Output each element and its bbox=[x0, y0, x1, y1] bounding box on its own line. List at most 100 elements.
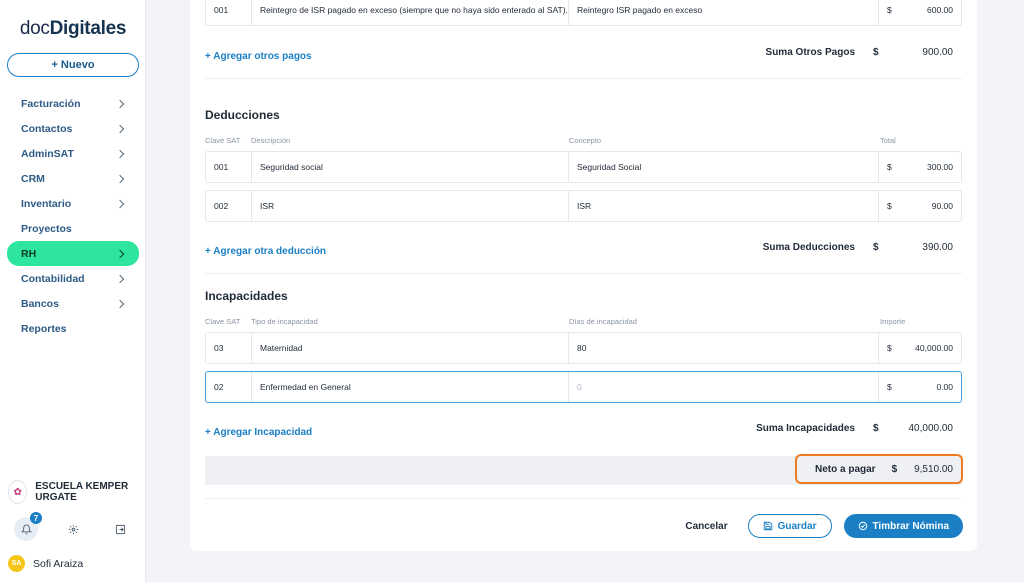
sidebar-item-label: Inventario bbox=[21, 197, 72, 210]
deducciones-title: Deducciones bbox=[205, 108, 280, 122]
descripcion-cell[interactable]: Reintegro de ISR pagado en exceso (siemp… bbox=[252, 0, 569, 25]
otros-pagos-row[interactable]: 001 Reintegro de ISR pagado en exceso (s… bbox=[205, 0, 962, 26]
incapacidad-row[interactable]: 02 Enfermedad en General 0 $0.00 bbox=[205, 371, 962, 403]
tipo-cell[interactable]: Enfermedad en General bbox=[252, 372, 569, 402]
logo-brand: Digitales bbox=[49, 18, 127, 39]
sum-label: Suma Otros Pagos bbox=[765, 47, 855, 58]
clave-cell[interactable]: 001 bbox=[206, 0, 252, 25]
sum-currency: $ bbox=[873, 423, 879, 434]
bell-icon bbox=[20, 524, 32, 534]
chevron-right-icon bbox=[115, 174, 125, 183]
clave-cell[interactable]: 002 bbox=[206, 191, 252, 221]
sum-label: Suma Incapacidades bbox=[756, 423, 855, 434]
sidebar-item-contabilidad[interactable]: Contabilidad bbox=[7, 266, 139, 291]
sidebar-item-adminsat[interactable]: AdminSAT bbox=[7, 141, 139, 166]
sidebar-item-label: Bancos bbox=[21, 297, 59, 310]
header-clave: Clave SAT bbox=[205, 317, 241, 326]
save-button[interactable]: Guardar bbox=[747, 514, 832, 538]
floppy-disk-icon bbox=[763, 521, 772, 531]
importe-cell[interactable]: $0.00 bbox=[879, 372, 961, 402]
stamp-payroll-label: Timbrar Nómina bbox=[872, 520, 950, 532]
chevron-right-icon bbox=[115, 249, 125, 258]
total-cell[interactable]: $90.00 bbox=[879, 191, 961, 221]
check-circle-icon bbox=[858, 521, 867, 531]
user-profile[interactable]: SA Sofi Araiza bbox=[8, 555, 83, 572]
sidebar-item-rh[interactable]: RH bbox=[7, 241, 139, 266]
sum-currency: $ bbox=[873, 242, 879, 253]
header-descripcion: Descripción bbox=[251, 136, 291, 145]
dias-input[interactable]: 0 bbox=[569, 372, 879, 402]
clave-cell[interactable]: 03 bbox=[206, 333, 252, 363]
header-total: Total bbox=[880, 136, 896, 145]
sidebar-nav: Facturación Contactos AdminSAT CRM Inven… bbox=[7, 91, 139, 341]
sidebar-item-label: Contactos bbox=[21, 122, 73, 135]
total-value: 300.00 bbox=[927, 162, 953, 172]
sidebar-item-label: AdminSAT bbox=[21, 147, 74, 160]
importe-value: 0.00 bbox=[936, 382, 953, 392]
user-name: Sofi Araiza bbox=[33, 557, 84, 570]
chevron-right-icon bbox=[115, 149, 125, 158]
sidebar-item-label: Facturación bbox=[21, 97, 81, 110]
incapacidad-row[interactable]: 03 Maternidad 80 $40,000.00 bbox=[205, 332, 962, 364]
clave-cell[interactable]: 001 bbox=[206, 152, 252, 182]
otros-pagos-sum: Suma Otros Pagos $ 900.00 bbox=[766, 47, 953, 58]
stamp-payroll-button[interactable]: Timbrar Nómina bbox=[843, 514, 963, 538]
sidebar-item-proyectos[interactable]: Proyectos bbox=[7, 216, 139, 241]
add-incapacidad-link[interactable]: + Agregar Incapacidad bbox=[205, 427, 312, 438]
sum-label: Suma Deducciones bbox=[762, 242, 855, 253]
chevron-right-icon bbox=[115, 274, 125, 283]
deducciones-sum: Suma Deducciones $ 390.00 bbox=[763, 242, 953, 253]
chevron-right-icon bbox=[115, 124, 125, 133]
sidebar-item-facturacion[interactable]: Facturación bbox=[7, 91, 139, 116]
add-otros-pagos-link[interactable]: + Agregar otros pagos bbox=[205, 51, 312, 62]
new-button[interactable]: + Nuevo bbox=[7, 53, 139, 77]
concepto-cell[interactable]: Reintegro ISR pagado en exceso bbox=[569, 0, 879, 25]
dias-cell[interactable]: 80 bbox=[569, 333, 879, 363]
tipo-cell[interactable]: Maternidad bbox=[252, 333, 569, 363]
notifications-button[interactable]: 7 bbox=[14, 512, 42, 541]
net-pay-value: 9,510.00 bbox=[914, 463, 953, 475]
sidebar-item-label: Reportes bbox=[21, 322, 67, 335]
currency-symbol: $ bbox=[887, 343, 892, 353]
sum-currency: $ bbox=[873, 47, 879, 58]
total-value: 600.00 bbox=[927, 5, 953, 15]
deduccion-row[interactable]: 002 ISR ISR $90.00 bbox=[205, 190, 962, 222]
payroll-form-card: 001 Reintegro de ISR pagado en exceso (s… bbox=[190, 0, 977, 551]
save-button-label: Guardar bbox=[777, 520, 817, 532]
avatar: SA bbox=[8, 555, 25, 572]
net-pay-currency: $ bbox=[891, 463, 898, 475]
sidebar-item-reportes[interactable]: Reportes bbox=[7, 316, 139, 341]
incapacidades-sum: Suma Incapacidades $ 40,000.00 bbox=[756, 423, 953, 434]
currency-symbol: $ bbox=[887, 5, 892, 15]
cancel-button[interactable]: Cancelar bbox=[677, 521, 735, 532]
sidebar-item-inventario[interactable]: Inventario bbox=[7, 191, 139, 216]
logo-prefix: doc bbox=[19, 18, 50, 39]
concepto-cell[interactable]: ISR bbox=[569, 191, 879, 221]
descripcion-cell[interactable]: Seguridad social bbox=[252, 152, 569, 182]
total-value: 90.00 bbox=[931, 201, 953, 211]
sidebar-item-bancos[interactable]: Bancos bbox=[7, 291, 139, 316]
logout-icon bbox=[115, 524, 125, 534]
sum-value: 390.00 bbox=[922, 242, 953, 253]
logout-button[interactable] bbox=[108, 517, 132, 541]
deduccion-row[interactable]: 001 Seguridad social Seguridad Social $3… bbox=[205, 151, 962, 183]
total-cell[interactable]: $300.00 bbox=[879, 152, 961, 182]
sum-value: 40,000.00 bbox=[908, 423, 954, 434]
company-switcher[interactable]: ✿ ESCUELA KEMPER URGATE bbox=[8, 480, 143, 504]
sidebar-item-contactos[interactable]: Contactos bbox=[7, 116, 139, 141]
clave-cell[interactable]: 02 bbox=[206, 372, 252, 402]
add-deduccion-link[interactable]: + Agregar otra deducción bbox=[205, 246, 326, 257]
settings-button[interactable] bbox=[61, 517, 85, 541]
sidebar-item-crm[interactable]: CRM bbox=[7, 166, 139, 191]
total-cell[interactable]: $600.00 bbox=[879, 0, 961, 25]
header-importe: Importe bbox=[880, 317, 906, 326]
chevron-right-icon bbox=[115, 99, 125, 108]
section-divider bbox=[205, 78, 962, 79]
chevron-right-icon bbox=[115, 199, 125, 208]
importe-cell[interactable]: $40,000.00 bbox=[879, 333, 961, 363]
concepto-cell[interactable]: Seguridad Social bbox=[569, 152, 879, 182]
descripcion-cell[interactable]: ISR bbox=[252, 191, 569, 221]
app-logo[interactable]: docDigitales bbox=[0, 18, 146, 40]
sidebar-item-label: Contabilidad bbox=[21, 272, 85, 285]
section-divider bbox=[205, 273, 962, 274]
